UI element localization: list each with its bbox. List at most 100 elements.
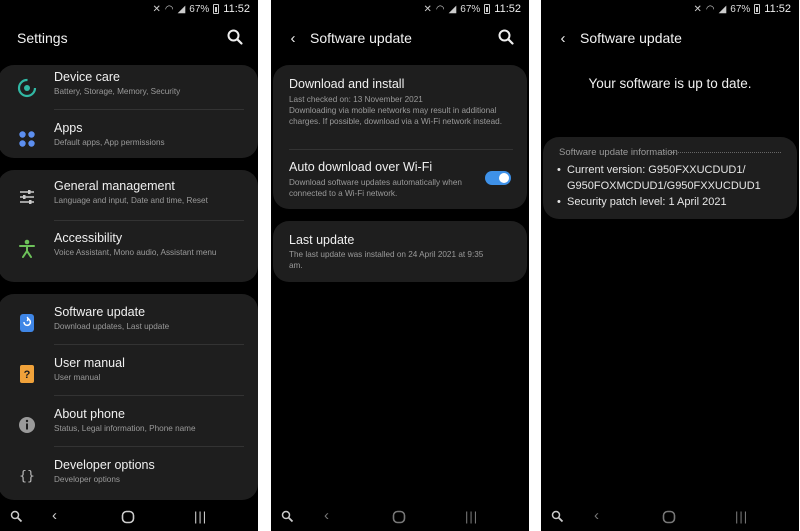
up-to-date-message: Your software is up to date. <box>588 76 752 91</box>
home-icon[interactable] <box>392 510 406 524</box>
download-warning-text: Downloading via mobile networks may resu… <box>289 106 502 126</box>
item-subtitle: Download updates, Last update <box>54 322 170 331</box>
home-icon[interactable] <box>662 510 676 524</box>
battery-icon <box>484 4 491 14</box>
battery-percent: 67% <box>189 3 210 15</box>
signal-icon: ◢ <box>718 3 727 15</box>
auto-download-toggle[interactable] <box>485 171 511 185</box>
clock: 11:52 <box>223 3 250 15</box>
apps-icon <box>16 128 38 150</box>
svg-text:?: ? <box>24 369 31 381</box>
item-title: Last update <box>289 233 355 247</box>
wifi-icon: ◠ <box>164 3 174 15</box>
security-patch-line: • Security patch level: 1 April 2021 <box>557 196 727 208</box>
battery-percent: 67% <box>460 3 481 15</box>
settings-item-apps[interactable]: Apps Default apps, App permissions <box>0 116 258 158</box>
divider <box>54 446 244 447</box>
mute-icon: ✕ <box>693 3 702 15</box>
settings-group-3: Software update Download updates, Last u… <box>0 294 258 500</box>
divider <box>54 109 244 110</box>
navigation-bar: ‹ ||| <box>541 503 799 531</box>
item-title: Download and install <box>289 77 405 91</box>
back-icon[interactable]: ‹ <box>279 30 307 47</box>
settings-item-developer-options[interactable]: {} Developer options Developer options <box>0 453 258 500</box>
last-update-card[interactable]: Last update The last update was installe… <box>273 221 527 282</box>
item-subtitle: Download software updates automatically … <box>289 178 462 198</box>
accessibility-icon <box>16 238 38 260</box>
page-title: Settings <box>17 30 68 46</box>
item-subtitle: Voice Assistant, Mono audio, Assistant m… <box>54 248 217 257</box>
divider <box>54 344 244 345</box>
item-title: Developer options <box>54 458 155 472</box>
clock: 11:52 <box>764 3 791 15</box>
back-nav-icon[interactable]: ‹ <box>324 507 329 524</box>
item-subtitle: The last update was installed on 24 Apri… <box>289 250 484 270</box>
divider <box>289 149 513 150</box>
software-update-screen: ✕ ◠ ◢ 67% 11:52 ‹ Software update Downlo… <box>271 0 529 531</box>
item-title: General management <box>54 179 175 193</box>
item-title: About phone <box>54 407 125 421</box>
item-subtitle: User manual <box>54 373 101 382</box>
battery-icon <box>213 4 220 14</box>
item-subtitle: Default apps, App permissions <box>54 138 165 147</box>
item-title: Device care <box>54 70 120 84</box>
recents-icon[interactable]: ||| <box>194 509 207 524</box>
page-title: Software update <box>580 30 682 46</box>
about-phone-icon <box>16 414 38 436</box>
auto-download-item[interactable]: Auto download over Wi-Fi Download softwa… <box>273 151 527 207</box>
info-divider <box>663 152 781 153</box>
back-icon[interactable]: ‹ <box>549 30 577 47</box>
navigation-bar: ‹ ||| <box>271 503 529 531</box>
item-title: Accessibility <box>54 231 123 245</box>
battery-percent: 67% <box>730 3 751 15</box>
clock: 11:52 <box>494 3 521 15</box>
mute-icon: ✕ <box>423 3 432 15</box>
last-checked-text: Last checked on: 13 November 2021 <box>289 95 423 104</box>
app-bar: ‹ Software update <box>271 26 529 50</box>
divider <box>54 220 244 221</box>
status-bar: ✕ ◠ ◢ 67% 11:52 <box>0 0 258 18</box>
recents-icon[interactable]: ||| <box>735 509 748 524</box>
item-subtitle: Language and input, Date and time, Reset <box>54 196 208 205</box>
home-icon[interactable] <box>121 510 135 524</box>
current-version-text: Current version: G950FXXUCDUD1/ <box>567 164 746 176</box>
status-bar: ✕ ◠ ◢ 67% 11:52 <box>541 0 799 18</box>
download-and-install-item[interactable]: Download and install Last checked on: 13… <box>273 65 527 143</box>
signal-icon: ◢ <box>448 3 457 15</box>
back-nav-icon[interactable]: ‹ <box>52 507 57 524</box>
security-patch-text: Security patch level: 1 April 2021 <box>567 196 727 208</box>
user-manual-icon: ? <box>16 363 38 385</box>
settings-group-2: General management Language and input, D… <box>0 170 258 282</box>
app-bar: Settings <box>0 26 258 50</box>
signal-icon: ◢ <box>177 3 186 15</box>
search-icon[interactable] <box>226 28 244 46</box>
wifi-icon: ◠ <box>705 3 715 15</box>
settings-item-accessibility[interactable]: Accessibility Voice Assistant, Mono audi… <box>0 226 258 277</box>
info-section-title: Software update information <box>559 147 678 158</box>
item-title: Software update <box>54 305 146 319</box>
item-title: Apps <box>54 121 83 135</box>
zoom-icon[interactable] <box>10 510 23 523</box>
item-title: User manual <box>54 356 125 370</box>
developer-options-icon: {} <box>19 468 35 484</box>
software-update-icon <box>16 312 38 334</box>
update-options-card: Download and install Last checked on: 13… <box>273 65 527 209</box>
item-subtitle: Battery, Storage, Memory, Security <box>54 87 181 96</box>
settings-group-1: Device care Battery, Storage, Memory, Se… <box>0 65 258 158</box>
divider <box>54 395 244 396</box>
zoom-icon[interactable] <box>551 510 564 523</box>
item-subtitle: Developer options <box>54 475 120 484</box>
zoom-icon[interactable] <box>281 510 294 523</box>
wifi-icon: ◠ <box>435 3 445 15</box>
navigation-bar: ‹ ||| <box>0 503 258 531</box>
back-nav-icon[interactable]: ‹ <box>594 507 599 524</box>
settings-item-general-management[interactable]: General management Language and input, D… <box>0 174 258 225</box>
recents-icon[interactable]: ||| <box>465 509 478 524</box>
status-bar: ✕ ◠ ◢ 67% 11:52 <box>271 0 529 18</box>
search-icon[interactable] <box>497 28 515 46</box>
mute-icon: ✕ <box>152 3 161 15</box>
app-bar: ‹ Software update <box>541 26 799 50</box>
device-care-icon <box>16 77 38 99</box>
page-title: Software update <box>310 30 412 46</box>
current-version-line: • Current version: G950FXXUCDUD1/ <box>557 164 746 176</box>
